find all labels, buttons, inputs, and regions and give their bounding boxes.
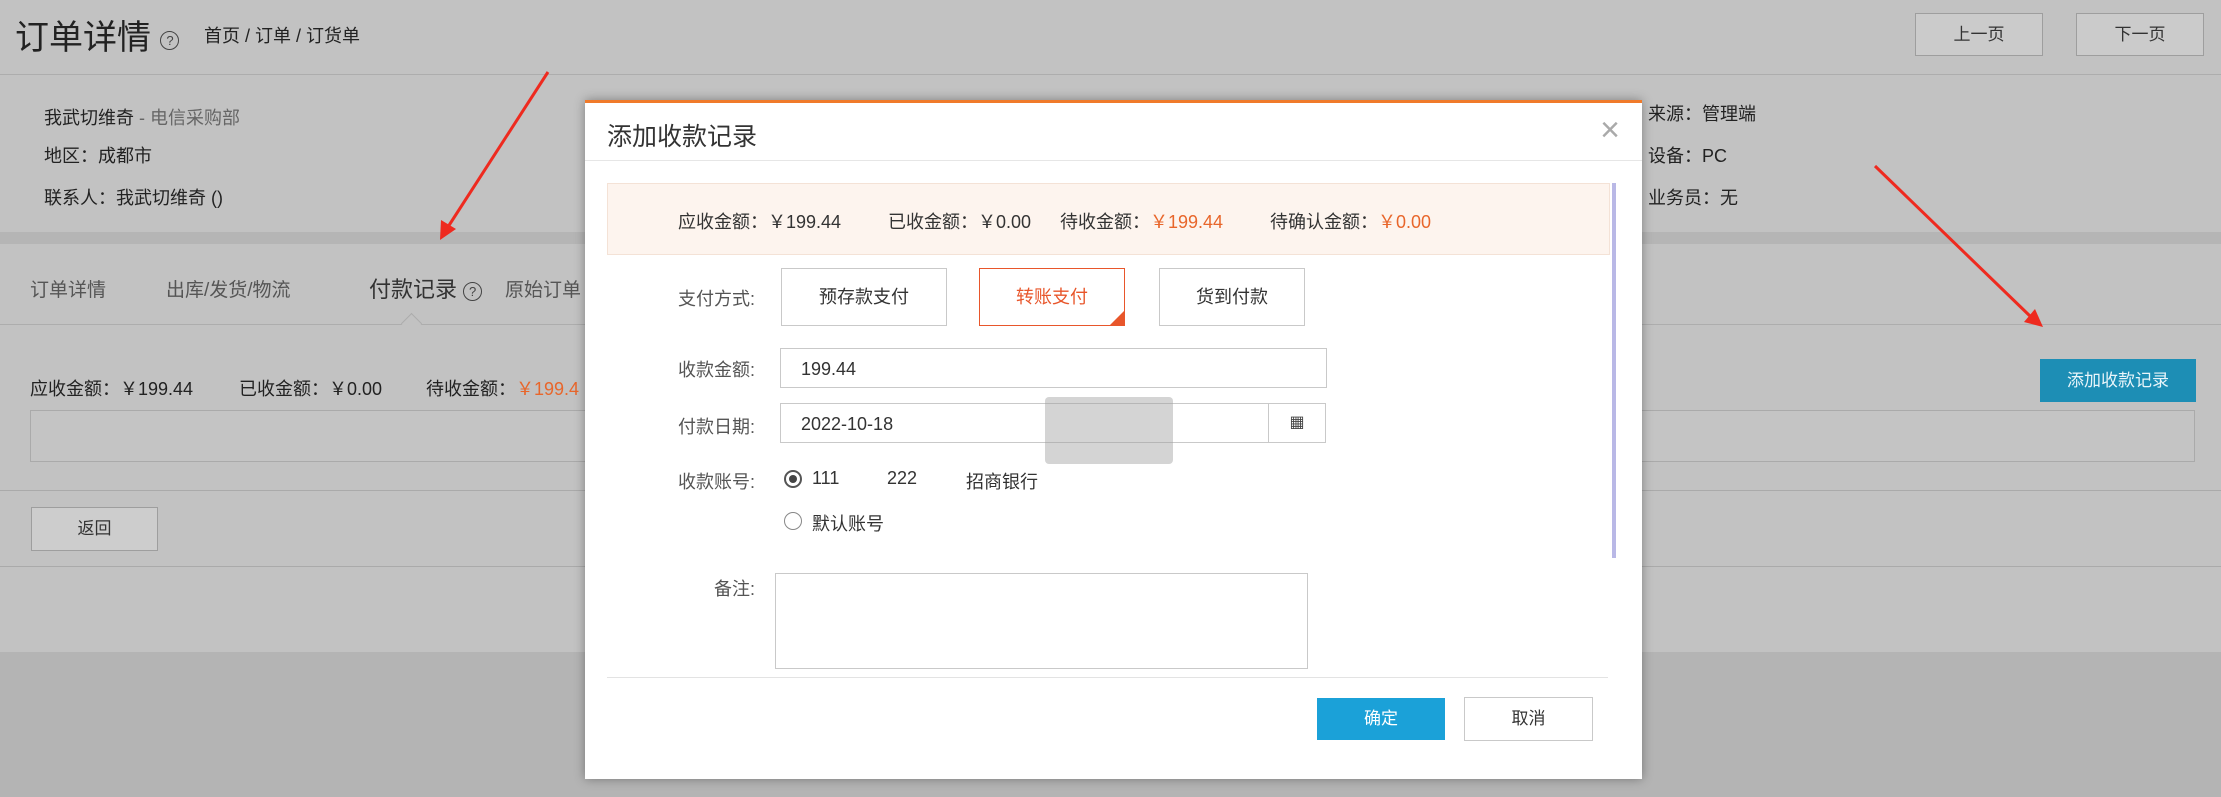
add-payment-dialog: 添加收款记录 × 应收金额：￥199.44 已收金额：￥0.00 待收金额：￥1… [585,100,1642,779]
pay-method-cod[interactable]: 货到付款 [1159,268,1305,326]
pay-method-transfer-label: 转账支付 [1016,287,1088,307]
dialog-receivable: 应收金额：￥199.44 [678,212,842,232]
account-radio-default[interactable] [784,512,802,530]
account-radio-selected[interactable] [784,470,802,488]
account-label: 收款账号: [677,472,755,492]
dialog-to-confirm: 待确认金额：￥0.00 [1270,208,1431,234]
date-label: 付款日期: [677,417,755,437]
cancel-button[interactable]: 取消 [1464,697,1593,741]
dialog-pending: 待收金额：￥199.44 [1060,208,1223,234]
dialog-title: 添加收款记录 [607,123,758,151]
account-bank: 招商银行 [966,472,1038,492]
dialog-summary: 应收金额：￥199.44 已收金额：￥0.00 待收金额：￥199.44 待确认… [607,183,1610,255]
confirm-button[interactable]: 确定 [1317,698,1445,740]
amount-label: 收款金额: [677,360,755,380]
date-input[interactable]: 2022-10-18 [780,403,1269,443]
loading-overlay [1045,397,1173,464]
pay-method-prepaid[interactable]: 预存款支付 [781,268,947,326]
dialog-received: 已收金额：￥0.00 [888,212,1032,232]
dialog-to-confirm-value: ￥0.00 [1378,212,1432,232]
account-number: 111 [812,468,840,488]
dialog-divider [585,160,1642,161]
dialog-scrollbar[interactable] [1612,183,1616,558]
account-number-2: 222 [887,468,918,488]
dialog-footer-divider [607,677,1608,678]
pay-method-label: 支付方式: [677,289,755,309]
note-textarea[interactable] [775,573,1308,669]
selected-check-icon [1110,311,1124,325]
dialog-pending-value: ￥199.44 [1150,212,1224,232]
pay-method-transfer[interactable]: 转账支付 [979,268,1125,326]
close-icon[interactable]: × [1600,111,1620,150]
dialog-to-confirm-label: 待确认金额： [1270,212,1378,232]
calendar-icon[interactable]: ▦ [1268,403,1326,443]
default-account-label: 默认账号 [812,514,884,534]
dialog-pending-label: 待收金额： [1060,212,1150,232]
note-label: 备注: [713,579,755,599]
amount-input[interactable]: 199.44 [780,348,1327,388]
